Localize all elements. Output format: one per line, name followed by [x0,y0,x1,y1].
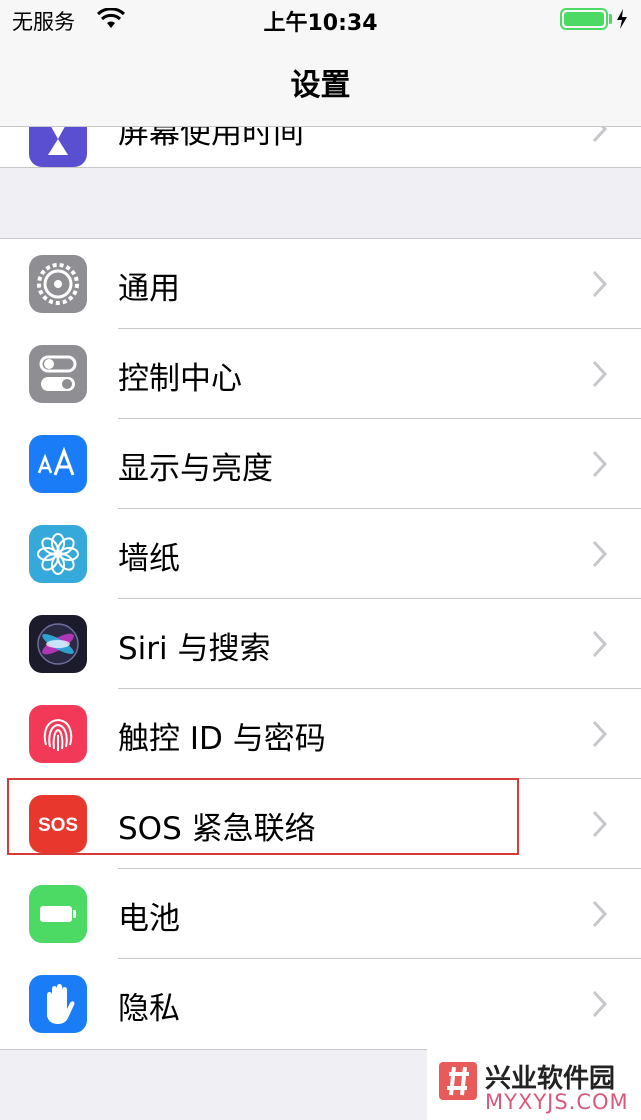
chevron-right-icon [592,127,608,143]
chevron-right-icon [592,630,608,658]
watermark-logo-icon [439,1062,477,1100]
status-bar: 无服务 上午10:34 [0,0,641,40]
chevron-right-icon [592,810,608,838]
list-item-control-center[interactable]: 控制中心 [0,329,641,419]
list-item-display-brightness[interactable]: 显示与亮度 [0,419,641,509]
hand-icon [29,975,87,1033]
navigation-bar: 设置 [0,40,641,127]
text-size-icon [29,435,87,493]
list-item-siri-search[interactable]: Siri 与搜索 [0,599,641,689]
list-item-general[interactable]: 通用 [0,239,641,329]
list-item-label: 电池 [118,901,180,937]
chevron-right-icon [592,900,608,928]
siri-icon [29,615,87,673]
flower-icon [29,525,87,583]
list-item-privacy[interactable]: 隐私 [0,959,641,1049]
list-item-label: Siri 与搜索 [118,631,271,667]
chevron-right-icon [592,360,608,388]
battery-icon [29,885,87,943]
list-item-screen-time[interactable]: 屏幕使用时间 [0,127,641,168]
charging-bolt-icon [617,9,627,29]
list-item-label: 屏幕使用时间 [118,127,304,151]
chevron-right-icon [592,450,608,478]
list-item-wallpaper[interactable]: 墙纸 [0,509,641,599]
watermark: 兴业软件园 MYXYJS.COM [427,1048,641,1120]
list-item-label: 墙纸 [118,541,180,577]
watermark-domain: MYXYJS.COM [485,1090,629,1114]
battery-indicator [560,8,608,30]
list-item-label: 显示与亮度 [118,451,273,487]
highlight-box [7,778,519,855]
list-item-label: 控制中心 [118,361,242,397]
settings-list: 通用 控制中心 显示与亮度 墙纸 Siri 与搜索 触控 ID 与密码 SOS … [0,238,641,1050]
chevron-right-icon [592,990,608,1018]
list-item-label: 通用 [118,271,180,307]
chevron-right-icon [592,270,608,298]
toggles-icon [29,345,87,403]
list-item-label: 触控 ID 与密码 [118,721,326,757]
page-title: 设置 [290,68,351,103]
chevron-right-icon [592,720,608,748]
clock: 上午10:34 [263,11,378,36]
list-item-battery[interactable]: 电池 [0,869,641,959]
gear-icon [29,255,87,313]
list-item-label: 隐私 [118,991,180,1027]
list-item-touch-id-passcode[interactable]: 触控 ID 与密码 [0,689,641,779]
fingerprint-icon [29,705,87,763]
chevron-right-icon [592,540,608,568]
hourglass-icon [29,127,87,167]
